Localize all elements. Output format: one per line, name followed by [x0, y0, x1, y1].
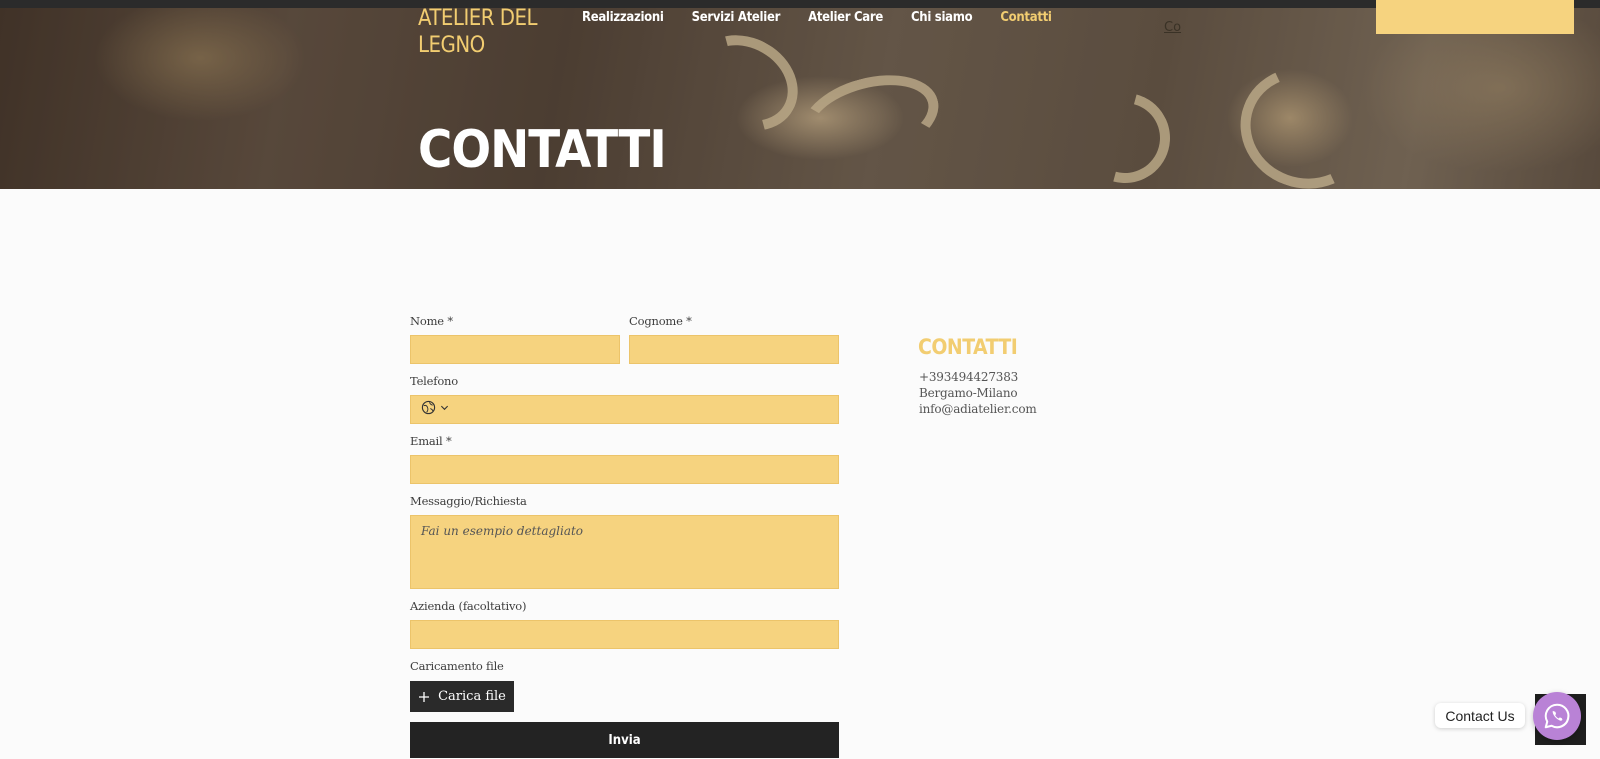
- submit-button-label: Invia: [608, 732, 641, 748]
- contact-phone[interactable]: +393494427383: [919, 370, 1018, 384]
- hero-banner: [0, 8, 1600, 189]
- file-upload-label: Caricamento file: [410, 659, 504, 673]
- whatsapp-icon: [1544, 703, 1570, 729]
- top-strip: [0, 0, 1600, 8]
- phone-label: Telefono: [410, 374, 458, 388]
- email-field[interactable]: [410, 455, 839, 484]
- contact-location: Bergamo-Milano: [919, 386, 1018, 400]
- company-field[interactable]: [410, 620, 839, 649]
- page-title: CONTATTI: [418, 120, 667, 180]
- first-name-label: Nome *: [410, 314, 453, 328]
- nav-item-atelier-care[interactable]: Atelier Care: [808, 10, 883, 25]
- upload-file-button[interactable]: Carica file: [410, 681, 514, 712]
- nav-item-servizi-atelier[interactable]: Servizi Atelier: [692, 10, 781, 25]
- whatsapp-button[interactable]: [1533, 692, 1581, 740]
- contact-us-chip[interactable]: Contact Us: [1435, 703, 1525, 728]
- contact-email[interactable]: info@adiatelier.com: [919, 402, 1037, 416]
- nav-item-contatti[interactable]: Contatti: [1000, 10, 1052, 25]
- nav-item-clipped[interactable]: Co: [1164, 20, 1181, 35]
- nav-item-chi-siamo[interactable]: Chi siamo: [911, 10, 973, 25]
- nav-item-realizzazioni[interactable]: Realizzazioni: [582, 10, 664, 25]
- last-name-field[interactable]: [629, 335, 839, 364]
- chevron-down-icon: [440, 405, 449, 411]
- contact-info-title: CONTATTI: [918, 335, 1018, 359]
- globe-icon: [421, 400, 436, 415]
- first-name-field[interactable]: [410, 335, 620, 364]
- hero-overlay: [0, 8, 1600, 189]
- email-label: Email *: [410, 434, 452, 448]
- upload-file-button-label: Carica file: [438, 689, 506, 704]
- site-logo[interactable]: ATELIER DEL LEGNO: [418, 5, 548, 59]
- message-label: Messaggio/Richiesta: [410, 494, 527, 508]
- company-label: Azienda (facoltativo): [410, 599, 527, 613]
- main-nav: Realizzazioni Servizi Atelier Atelier Ca…: [582, 10, 1080, 25]
- message-field[interactable]: [410, 515, 839, 589]
- plus-icon: [419, 691, 430, 702]
- phone-field[interactable]: [410, 395, 839, 424]
- country-code-selector[interactable]: [421, 400, 449, 415]
- header-cta-button[interactable]: [1376, 0, 1574, 34]
- submit-button[interactable]: Invia: [410, 722, 839, 758]
- contact-us-label: Contact Us: [1445, 707, 1515, 724]
- last-name-label: Cognome *: [629, 314, 692, 328]
